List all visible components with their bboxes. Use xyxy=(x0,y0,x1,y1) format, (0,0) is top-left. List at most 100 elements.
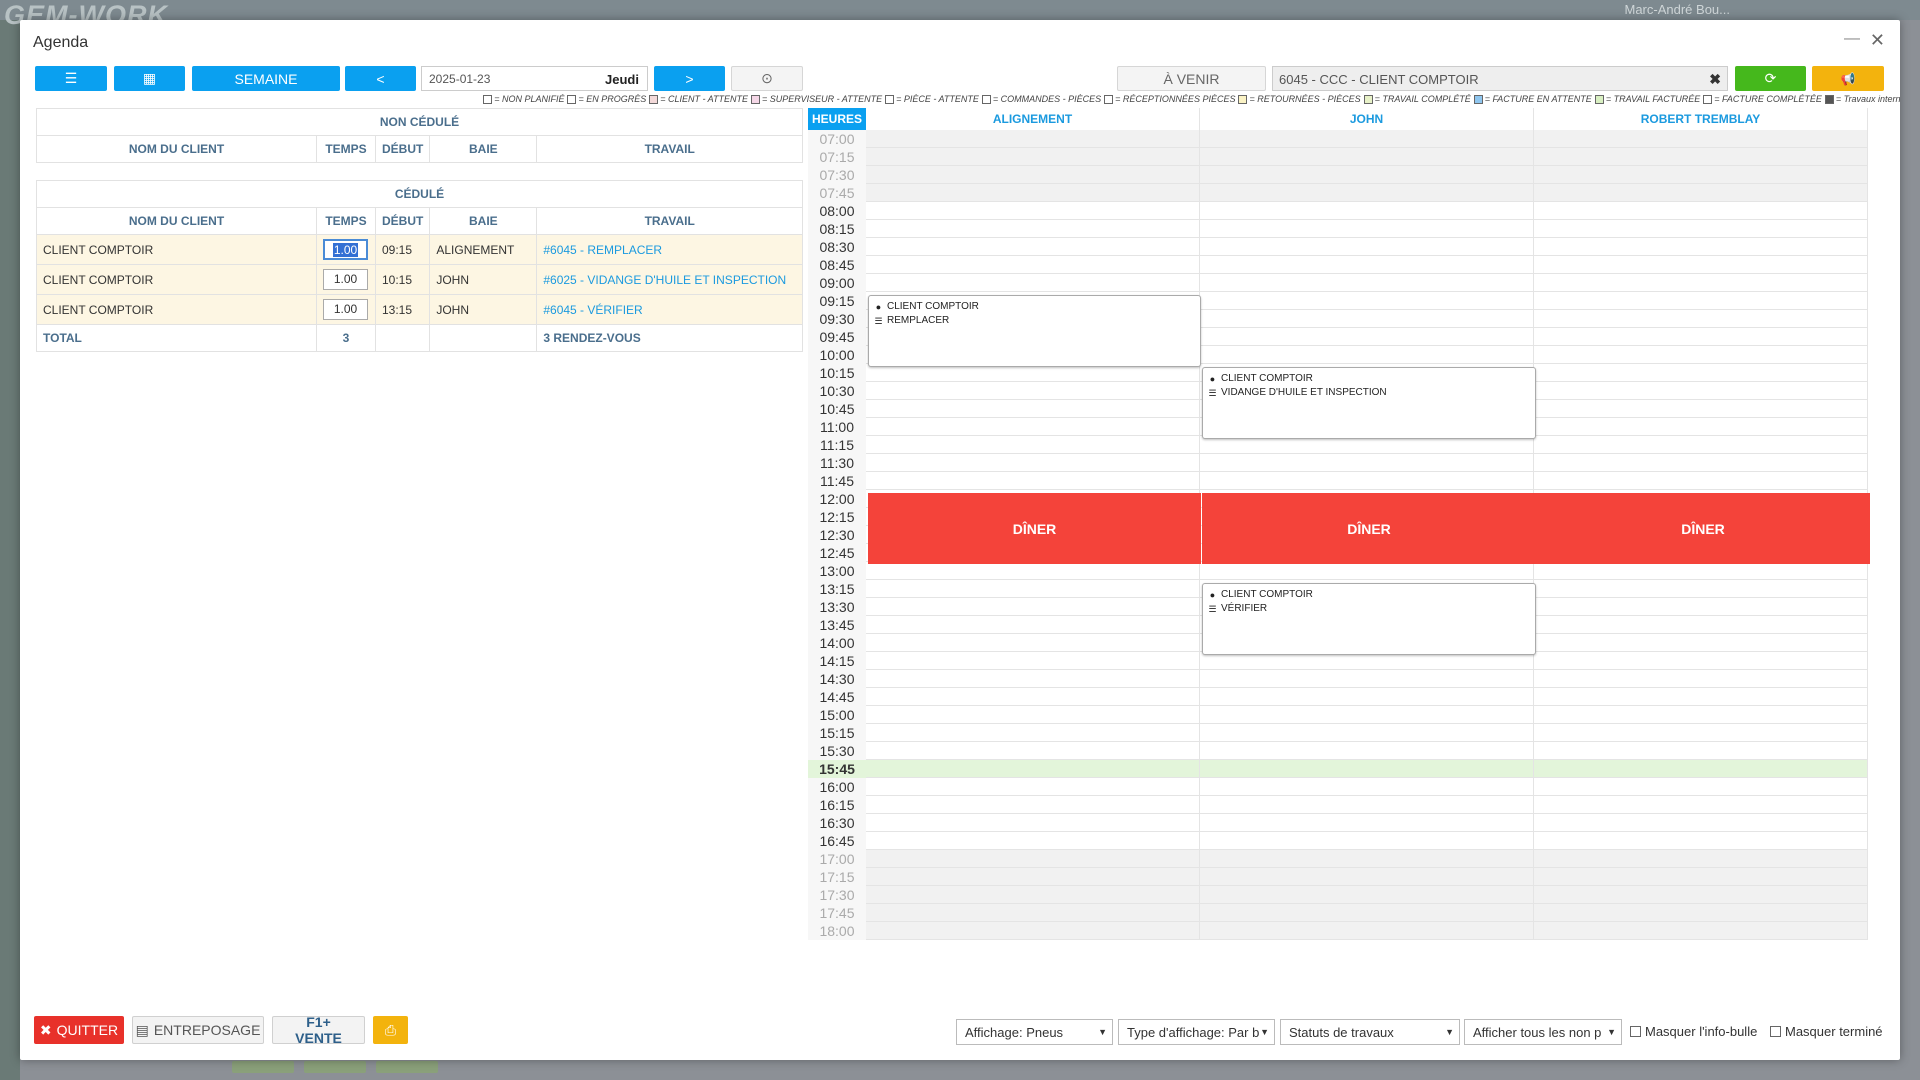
row-work-link[interactable]: #6045 - VÉRIFIER xyxy=(536,294,803,325)
table-row[interactable]: CLIENT COMPTOIR 1.00 10:15 JOHN #6025 - … xyxy=(36,264,803,295)
time-slot[interactable] xyxy=(866,472,1200,490)
display-type-select[interactable]: Type d'affichage: Par b ▼ xyxy=(1118,1019,1275,1045)
week-button[interactable]: SEMAINE xyxy=(192,66,340,91)
column-robert-tremblay[interactable]: ROBERT TREMBLAY xyxy=(1534,108,1868,130)
next-day-button[interactable]: > xyxy=(654,66,725,91)
print-button[interactable]: ⎙ xyxy=(373,1016,408,1044)
time-slot[interactable] xyxy=(866,274,1200,292)
time-slot[interactable] xyxy=(866,796,1200,814)
time-slot[interactable] xyxy=(866,382,1200,400)
time-slot[interactable] xyxy=(1534,742,1868,760)
prev-day-button[interactable]: < xyxy=(345,66,416,91)
hide-tooltip-checkbox[interactable]: Masquer l'info-bulle xyxy=(1630,1024,1757,1039)
table-row[interactable]: CLIENT COMPTOIR 1.00 09:15 ALIGNEMENT #6… xyxy=(36,234,803,265)
col-client[interactable]: NOM DU CLIENT xyxy=(36,135,317,163)
time-slot[interactable] xyxy=(866,670,1200,688)
time-slot[interactable] xyxy=(1534,166,1868,184)
time-slot[interactable] xyxy=(1200,706,1534,724)
time-slot[interactable] xyxy=(1200,238,1534,256)
time-slot[interactable] xyxy=(1534,670,1868,688)
announce-button[interactable]: 📢 xyxy=(1812,66,1884,91)
time-slot[interactable] xyxy=(1534,922,1868,940)
row-work-link[interactable]: #6025 - VIDANGE D'HUILE ET INSPECTION xyxy=(536,264,803,295)
col-start[interactable]: DÉBUT xyxy=(374,135,431,163)
time-slot[interactable] xyxy=(1534,328,1868,346)
client-filter-input[interactable]: 6045 - CCC - CLIENT COMPTOIR ✖ xyxy=(1272,66,1728,91)
time-slot[interactable] xyxy=(1534,580,1868,598)
time-slot[interactable] xyxy=(866,850,1200,868)
time-slot[interactable] xyxy=(1200,724,1534,742)
time-slot[interactable] xyxy=(1534,292,1868,310)
time-slot[interactable] xyxy=(1534,724,1868,742)
time-input[interactable]: 1.00 xyxy=(323,269,368,290)
time-slot[interactable] xyxy=(866,580,1200,598)
time-slot[interactable] xyxy=(1534,382,1868,400)
time-slot[interactable] xyxy=(866,760,1200,778)
row-work-link[interactable]: #6045 - REMPLACER xyxy=(536,234,803,265)
col-work[interactable]: TRAVAIL xyxy=(536,135,803,163)
time-slot[interactable] xyxy=(1534,706,1868,724)
time-slot[interactable] xyxy=(1534,634,1868,652)
time-slot[interactable] xyxy=(866,400,1200,418)
time-slot[interactable] xyxy=(1200,796,1534,814)
time-slot[interactable] xyxy=(866,184,1200,202)
time-slot[interactable] xyxy=(1200,814,1534,832)
time-slot[interactable] xyxy=(866,454,1200,472)
time-slot[interactable] xyxy=(866,616,1200,634)
time-slot[interactable] xyxy=(1200,868,1534,886)
time-slot[interactable] xyxy=(1534,274,1868,292)
refresh-button[interactable]: ⟳ xyxy=(1735,66,1806,91)
time-slot[interactable] xyxy=(1534,472,1868,490)
time-slot[interactable] xyxy=(1200,670,1534,688)
col-time[interactable]: TEMPS xyxy=(316,207,376,235)
time-slot[interactable] xyxy=(1200,166,1534,184)
col-bay[interactable]: BAIE xyxy=(429,135,538,163)
appointment-event[interactable]: ● CLIENT COMPTOIR ☰ REMPLACER xyxy=(868,295,1201,367)
time-slot[interactable] xyxy=(1200,220,1534,238)
time-input[interactable]: 1.00 xyxy=(323,299,368,320)
time-slot[interactable] xyxy=(1534,616,1868,634)
time-slot[interactable] xyxy=(1534,220,1868,238)
time-slot[interactable] xyxy=(866,256,1200,274)
time-slot[interactable] xyxy=(866,562,1200,580)
time-slot[interactable] xyxy=(1200,328,1534,346)
time-slot[interactable] xyxy=(866,868,1200,886)
time-slot[interactable] xyxy=(1534,202,1868,220)
minimize-icon[interactable]: — xyxy=(1844,30,1860,48)
time-slot[interactable] xyxy=(1534,256,1868,274)
time-slot[interactable] xyxy=(1200,346,1534,364)
time-slot[interactable] xyxy=(866,922,1200,940)
time-slot[interactable] xyxy=(866,130,1200,148)
time-slot[interactable] xyxy=(1534,238,1868,256)
time-slot[interactable] xyxy=(1200,922,1534,940)
time-slot[interactable] xyxy=(1534,796,1868,814)
checkbox[interactable] xyxy=(1770,1026,1781,1037)
checkbox[interactable] xyxy=(1630,1026,1641,1037)
time-slot[interactable] xyxy=(866,220,1200,238)
time-slot[interactable] xyxy=(1534,814,1868,832)
storage-button[interactable]: ▤ ENTREPOSAGE xyxy=(132,1016,264,1044)
time-slot[interactable] xyxy=(866,832,1200,850)
appointment-event[interactable]: ● CLIENT COMPTOIR ☰ VIDANGE D'HUILE ET INS… xyxy=(1202,367,1536,439)
time-slot[interactable] xyxy=(1534,130,1868,148)
time-slot[interactable] xyxy=(1534,310,1868,328)
time-slot[interactable] xyxy=(866,418,1200,436)
time-slot[interactable] xyxy=(866,148,1200,166)
calendar-view-button[interactable]: ▦ xyxy=(114,66,185,91)
time-slot[interactable] xyxy=(1200,292,1534,310)
time-slot[interactable] xyxy=(1534,868,1868,886)
time-slot[interactable] xyxy=(866,688,1200,706)
today-button[interactable]: ⊙ xyxy=(731,66,803,91)
time-slot[interactable] xyxy=(866,652,1200,670)
time-slot[interactable] xyxy=(1200,688,1534,706)
time-slot[interactable] xyxy=(866,598,1200,616)
time-slot[interactable] xyxy=(1534,454,1868,472)
time-slot[interactable] xyxy=(1534,886,1868,904)
time-slot[interactable] xyxy=(1200,274,1534,292)
time-slot[interactable] xyxy=(1534,688,1868,706)
time-slot[interactable] xyxy=(1534,436,1868,454)
time-slot[interactable] xyxy=(1534,184,1868,202)
time-slot[interactable] xyxy=(866,238,1200,256)
time-slot[interactable] xyxy=(1534,400,1868,418)
time-slot[interactable] xyxy=(1534,652,1868,670)
